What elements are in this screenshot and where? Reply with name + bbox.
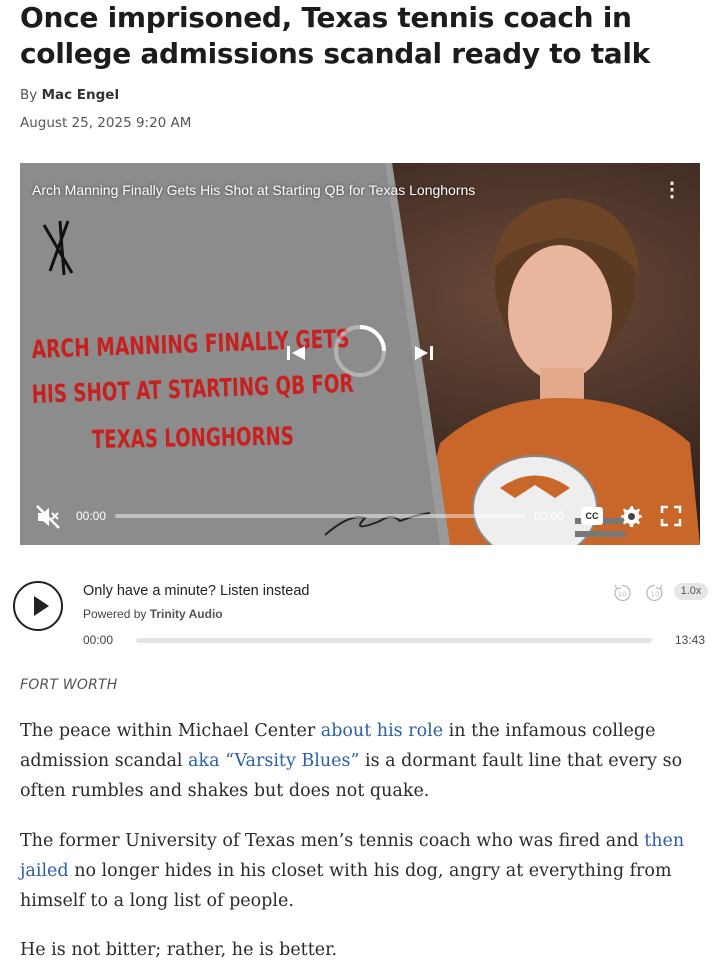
- powered-by: Powered by Trinity Audio: [83, 607, 223, 621]
- author-link[interactable]: Mac Engel: [42, 87, 120, 103]
- text-span: no longer hides in his closet with his d…: [20, 861, 672, 911]
- audio-progress-bar[interactable]: [136, 638, 652, 643]
- link-about-his-role[interactable]: about his role: [321, 721, 443, 741]
- article-headline: Once imprisoned, Texas tennis coach in c…: [20, 1, 651, 70]
- dateline-location: FORT WORTH: [20, 677, 118, 693]
- publish-date: August 25, 2025 9:20 AM: [20, 115, 192, 131]
- byline: By Mac Engel: [20, 87, 119, 103]
- video-duration: 00:00: [534, 509, 565, 523]
- thumb-line-3: TEXAS LONGHORNS: [92, 421, 294, 454]
- body-paragraph-1: The peace within Michael Center about hi…: [20, 716, 690, 806]
- listen-prompt: Only have a minute? Listen instead: [83, 583, 310, 599]
- link-varsity-blues[interactable]: aka “Varsity Blues”: [188, 751, 359, 771]
- svg-text:10: 10: [651, 591, 660, 599]
- playback-speed-button[interactable]: 1.0x: [674, 583, 708, 600]
- body-paragraph-3: He is not bitter; rather, he is better.: [20, 940, 338, 960]
- text-span: The peace within Michael Center: [20, 721, 321, 741]
- text-span: The former University of Texas men’s ten…: [20, 831, 645, 851]
- rewind-10-icon[interactable]: 10: [612, 583, 632, 603]
- loading-spinner-icon: [334, 325, 386, 377]
- fullscreen-icon[interactable]: [660, 505, 682, 527]
- more-options-icon[interactable]: ⋮: [662, 179, 682, 201]
- trinity-audio-brand[interactable]: Trinity Audio: [150, 607, 223, 621]
- svg-text:10: 10: [618, 591, 627, 599]
- powered-prefix: Powered by: [83, 607, 147, 621]
- closed-captions-button[interactable]: CC: [581, 507, 603, 525]
- previous-icon[interactable]: [282, 339, 310, 367]
- audio-play-button[interactable]: [13, 581, 63, 631]
- audio-current-time: 00:00: [83, 633, 114, 647]
- muted-speaker-icon[interactable]: [34, 503, 62, 531]
- gear-icon[interactable]: [619, 504, 643, 528]
- forward-10-icon[interactable]: 10: [645, 583, 665, 603]
- next-icon[interactable]: [410, 339, 438, 367]
- video-current-time: 00:00: [76, 509, 107, 523]
- video-title: Arch Manning Finally Gets His Shot at St…: [32, 182, 476, 198]
- byline-prefix: By: [20, 87, 38, 103]
- video-player[interactable]: ARCH MANNING FINALLY GETS HIS SHOT AT ST…: [20, 163, 700, 545]
- body-paragraph-2: The former University of Texas men’s ten…: [20, 826, 690, 916]
- video-seek-bar[interactable]: [115, 514, 525, 518]
- audio-duration: 13:43: [675, 633, 706, 647]
